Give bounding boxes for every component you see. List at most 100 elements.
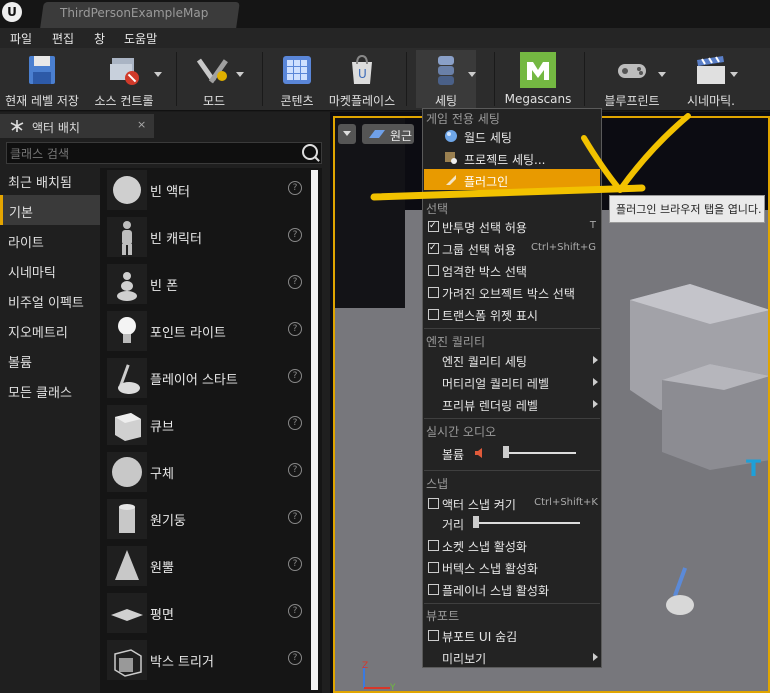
list-item[interactable]: 빈 액터? xyxy=(102,168,320,212)
menu-item-label: 미리보기 xyxy=(442,652,487,666)
list-item[interactable]: 원기둥? xyxy=(102,497,320,541)
help-icon[interactable]: ? xyxy=(288,369,302,383)
list-item[interactable]: 플레이어 스타트? xyxy=(102,356,320,400)
speaker-muted-icon[interactable] xyxy=(474,447,486,459)
menu-occluded-box-selection[interactable]: 가려진 오브젝트 박스 선택 xyxy=(424,282,600,302)
menu-enable-vertex-snapping[interactable]: 버텍스 스냅 활성화 xyxy=(424,557,600,577)
content-label: 콘텐츠 xyxy=(280,94,314,108)
menu-enable-socket-snapping[interactable]: 소켓 스냅 활성화 xyxy=(424,535,600,555)
list-item-label: 큐브 xyxy=(150,420,174,435)
checkbox-checked[interactable]: ✓ xyxy=(428,243,439,254)
chevron-down-icon[interactable] xyxy=(468,72,476,77)
save-level-button[interactable]: 현재 레벨 저장 xyxy=(2,50,82,108)
help-icon[interactable]: ? xyxy=(288,416,302,430)
checkbox[interactable] xyxy=(428,498,439,509)
category-lights[interactable]: 라이트 xyxy=(0,225,100,255)
checkbox[interactable] xyxy=(428,540,439,551)
menu-item-label: 버텍스 스냅 활성화 xyxy=(442,562,538,576)
content-button[interactable]: 콘텐츠 xyxy=(270,50,324,108)
menu-preview-rendering-level[interactable]: 프리뷰 렌더링 레벨 xyxy=(424,394,600,414)
menu-divider xyxy=(424,603,600,604)
menu-material-quality-level[interactable]: 머티리얼 퀄리티 레벨 xyxy=(424,372,600,392)
list-item[interactable]: 빈 캐릭터? xyxy=(102,215,320,259)
category-visual-effects[interactable]: 비주얼 이펙트 xyxy=(0,285,100,315)
checkbox[interactable] xyxy=(428,584,439,595)
help-icon[interactable]: ? xyxy=(288,322,302,336)
snap-distance-slider[interactable] xyxy=(474,522,580,524)
marketplace-button[interactable]: U 마켓플레이스 xyxy=(326,50,398,108)
source-control-button[interactable]: 소스 컨트롤 xyxy=(88,50,162,108)
blueprints-button[interactable]: 블루프린트 xyxy=(592,50,672,108)
category-label: 라이트 xyxy=(8,236,44,251)
save-icon xyxy=(29,56,55,84)
annotation-checkmark xyxy=(370,113,691,201)
menu-hide-viewport-ui[interactable]: 뷰포트 UI 숨김 xyxy=(424,625,600,645)
menu-file[interactable]: 파일 xyxy=(10,30,32,47)
search-icon[interactable] xyxy=(302,144,318,160)
volume-slider[interactable] xyxy=(504,452,576,454)
category-all-classes[interactable]: 모든 클래스 xyxy=(0,375,100,405)
checkbox[interactable] xyxy=(428,265,439,276)
chevron-down-icon[interactable] xyxy=(730,72,738,77)
menu-previewing[interactable]: 미리보기 xyxy=(424,647,600,667)
help-icon[interactable]: ? xyxy=(288,557,302,571)
close-icon[interactable]: × xyxy=(137,118,146,131)
help-icon[interactable]: ? xyxy=(288,181,302,195)
help-icon[interactable]: ? xyxy=(288,463,302,477)
chevron-down-icon[interactable] xyxy=(154,72,162,77)
menu-translucent-selection[interactable]: ✓ 반투명 선택 허용 T xyxy=(424,216,600,236)
category-recent[interactable]: 최근 배치됨 xyxy=(0,165,100,195)
chevron-down-icon[interactable] xyxy=(236,72,244,77)
help-icon[interactable]: ? xyxy=(288,651,302,665)
chevron-down-icon[interactable] xyxy=(658,72,666,77)
list-item[interactable]: 구체? xyxy=(102,450,320,494)
megascans-button[interactable]: Megascans xyxy=(502,50,574,108)
modes-button[interactable]: 모드 xyxy=(184,50,244,108)
source-control-icon xyxy=(110,58,139,85)
checkbox-checked[interactable]: ✓ xyxy=(428,221,439,232)
menu-bar xyxy=(0,28,770,48)
help-icon[interactable]: ? xyxy=(288,275,302,289)
cinematics-button[interactable]: 시네마틱. xyxy=(676,50,746,108)
menu-window[interactable]: 창 xyxy=(94,30,105,47)
volume-slider-handle[interactable] xyxy=(503,446,509,458)
checkbox[interactable] xyxy=(428,630,439,641)
menu-edit[interactable]: 편집 xyxy=(52,30,74,47)
shortcut-label: Ctrl+Shift+G xyxy=(530,242,596,253)
list-item[interactable]: 박스 트리거? xyxy=(102,638,320,682)
list-item[interactable]: 원뿔? xyxy=(102,544,320,588)
category-cinematic[interactable]: 시네마틱 xyxy=(0,255,100,285)
scrollbar[interactable] xyxy=(311,170,318,690)
menu-enable-planar-snapping[interactable]: 플레이너 스냅 활성화 xyxy=(424,579,600,599)
checkbox[interactable] xyxy=(428,287,439,298)
menu-item-label: 엄격한 박스 선택 xyxy=(442,265,527,279)
help-icon[interactable]: ? xyxy=(288,510,302,524)
list-item[interactable]: 빈 폰? xyxy=(102,262,320,306)
cinematics-label: 시네마틱. xyxy=(687,94,735,108)
list-item[interactable]: 큐브? xyxy=(102,403,320,447)
settings-button[interactable]: 세팅 xyxy=(416,50,476,108)
help-icon[interactable]: ? xyxy=(288,604,302,618)
category-label: 볼륨 xyxy=(8,356,32,371)
checkbox[interactable] xyxy=(428,309,439,320)
menu-item-label: 뷰포트 UI 숨김 xyxy=(442,630,518,644)
save-level-label: 현재 레벨 저장 xyxy=(5,94,79,108)
menu-enable-actor-snapping[interactable]: 액터 스냅 켜기 Ctrl+Shift+K xyxy=(424,493,600,513)
point-light-thumbnail xyxy=(107,311,147,351)
category-label: 지오메트리 xyxy=(8,326,68,341)
snap-distance-handle[interactable] xyxy=(473,516,479,528)
menu-show-transform-widget[interactable]: 트랜스폼 위젯 표시 xyxy=(424,304,600,324)
category-volumes[interactable]: 볼륨 xyxy=(0,345,100,375)
category-label: 최근 배치됨 xyxy=(8,176,72,191)
list-item[interactable]: 포인트 라이트? xyxy=(102,309,320,353)
unreal-logo-icon[interactable]: U xyxy=(2,2,22,22)
menu-engine-scalability-settings[interactable]: 엔진 퀄리티 세팅 xyxy=(424,350,600,370)
help-icon[interactable]: ? xyxy=(288,228,302,242)
category-geometry[interactable]: 지오메트리 xyxy=(0,315,100,345)
menu-help[interactable]: 도움말 xyxy=(124,30,157,47)
menu-strict-box-selection[interactable]: 엄격한 박스 선택 xyxy=(424,260,600,280)
checkbox[interactable] xyxy=(428,562,439,573)
list-item[interactable]: 평면? xyxy=(102,591,320,635)
category-basic[interactable]: 기본 xyxy=(0,195,103,225)
menu-group-selection[interactable]: ✓ 그룹 선택 허용 Ctrl+Shift+G xyxy=(424,238,600,258)
